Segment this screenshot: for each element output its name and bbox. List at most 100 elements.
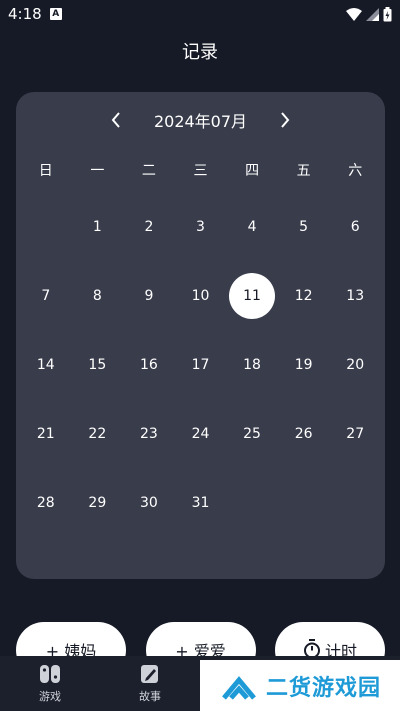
day-number: 6: [350, 218, 360, 235]
day-number: 26: [294, 425, 313, 442]
day-number: [23, 204, 69, 250]
day-number: 25: [243, 425, 261, 442]
day-number: [281, 480, 327, 526]
nav-item-stories[interactable]: 故事: [100, 656, 200, 711]
day-number: 1: [92, 218, 102, 235]
status-bar: 4:18 A: [0, 0, 400, 28]
day-number: 2: [144, 218, 154, 235]
status-indicators: [346, 6, 392, 22]
day-number: 16: [140, 356, 158, 373]
watermark-logo-icon: [222, 675, 256, 700]
weekday-label: 四: [245, 163, 260, 179]
day-cell[interactable]: 28: [20, 468, 72, 537]
next-month-button[interactable]: [275, 108, 295, 132]
day-number: 13: [346, 287, 365, 304]
day-cell[interactable]: 3: [175, 192, 227, 261]
day-number: 29: [88, 494, 107, 511]
weekday-label: 五: [296, 163, 311, 179]
chevron-right-icon: [281, 112, 290, 128]
day-cell[interactable]: 26: [278, 399, 330, 468]
day-cell[interactable]: 24: [175, 399, 227, 468]
weekday-label: 二: [141, 163, 156, 179]
day-number: 12: [294, 287, 313, 304]
day-number: 23: [140, 425, 158, 442]
month-navigation: 2024年07月: [16, 108, 385, 132]
day-cell[interactable]: 9: [123, 261, 175, 330]
day-cell[interactable]: 22: [72, 399, 124, 468]
day-cell[interactable]: 6: [329, 192, 381, 261]
day-number: 30: [140, 494, 158, 511]
battery-icon: [383, 6, 392, 21]
chevron-left-icon: [111, 112, 120, 128]
prev-month-button[interactable]: [106, 108, 126, 132]
day-number: 7: [41, 287, 51, 304]
day-number: 20: [346, 356, 365, 373]
day-cell[interactable]: 18: [226, 330, 278, 399]
day-number: 9: [144, 287, 154, 304]
empty-day-cell: [226, 468, 278, 537]
weekday-label: 日: [38, 163, 53, 179]
days-grid: 1 2 3 4 5 6 7 8 9 10 11 12 13 14 15 16 17 18 19 20 21 22 23 24 2…: [20, 192, 381, 537]
day-number: 14: [36, 356, 55, 373]
day-number: [229, 480, 275, 526]
day-cell[interactable]: 20: [329, 330, 381, 399]
day-number: 28: [36, 494, 55, 511]
day-cell[interactable]: 15: [72, 330, 124, 399]
day-number: 24: [191, 425, 210, 442]
day-number: 5: [299, 218, 309, 235]
page-title: 记录: [182, 42, 218, 63]
weekday-header: 日 一 二 三 四 五 六: [20, 160, 381, 180]
nav-label-stories: 故事: [139, 690, 161, 703]
day-cell[interactable]: 5: [278, 192, 330, 261]
weekday-label: 一: [90, 163, 105, 179]
month-label: 2024年07月: [153, 112, 248, 131]
day-cell[interactable]: 11: [226, 261, 278, 330]
day-cell[interactable]: 10: [175, 261, 227, 330]
day-cell[interactable]: 12: [278, 261, 330, 330]
day-number: 11: [229, 272, 276, 319]
watermark-text: 二货游戏园: [266, 675, 382, 701]
day-cell[interactable]: 30: [123, 468, 175, 537]
day-cell[interactable]: 19: [278, 330, 330, 399]
day-cell[interactable]: 2: [123, 192, 175, 261]
day-number: 3: [196, 218, 205, 235]
weekday-label: 三: [193, 163, 208, 179]
weekday-label: 六: [348, 163, 363, 179]
day-cell[interactable]: 4: [226, 192, 278, 261]
gamepad-icon: [40, 665, 60, 683]
day-number: 31: [191, 494, 210, 511]
nav-item-games[interactable]: 游戏: [0, 656, 100, 711]
empty-day-cell: [20, 192, 72, 261]
day-number: [332, 480, 378, 526]
day-number: 19: [294, 356, 313, 373]
empty-day-cell: [278, 468, 330, 537]
day-cell[interactable]: 29: [72, 468, 124, 537]
day-cell[interactable]: 17: [175, 330, 227, 399]
calendar-card: 2024年07月 日 一 二 三 四 五 六 1 2 3 4 5 6 7 8 9 10 11 12 13…: [16, 92, 385, 579]
day-number: 15: [88, 356, 107, 373]
empty-day-cell: [329, 468, 381, 537]
watermark-banner: 二货游戏园: [200, 660, 400, 711]
day-cell[interactable]: 23: [123, 399, 175, 468]
day-number: 21: [36, 425, 55, 442]
day-cell[interactable]: 27: [329, 399, 381, 468]
day-number: 4: [247, 218, 257, 235]
day-cell[interactable]: 16: [123, 330, 175, 399]
day-cell[interactable]: 14: [20, 330, 72, 399]
notification-icon: A: [49, 8, 62, 20]
day-cell[interactable]: 31: [175, 468, 227, 537]
day-number: 22: [88, 425, 107, 442]
nav-label-games: 游戏: [39, 690, 61, 703]
wifi-icon: [346, 7, 362, 21]
day-cell[interactable]: 1: [72, 192, 124, 261]
day-cell[interactable]: 7: [20, 261, 72, 330]
day-number: 27: [346, 425, 365, 442]
day-cell[interactable]: 13: [329, 261, 381, 330]
day-cell[interactable]: 25: [226, 399, 278, 468]
day-cell[interactable]: 21: [20, 399, 72, 468]
day-number: 18: [243, 356, 261, 373]
status-time: 4:18: [8, 5, 42, 23]
day-number: 8: [92, 287, 102, 304]
day-cell[interactable]: 8: [72, 261, 124, 330]
signal-icon: [366, 7, 379, 21]
